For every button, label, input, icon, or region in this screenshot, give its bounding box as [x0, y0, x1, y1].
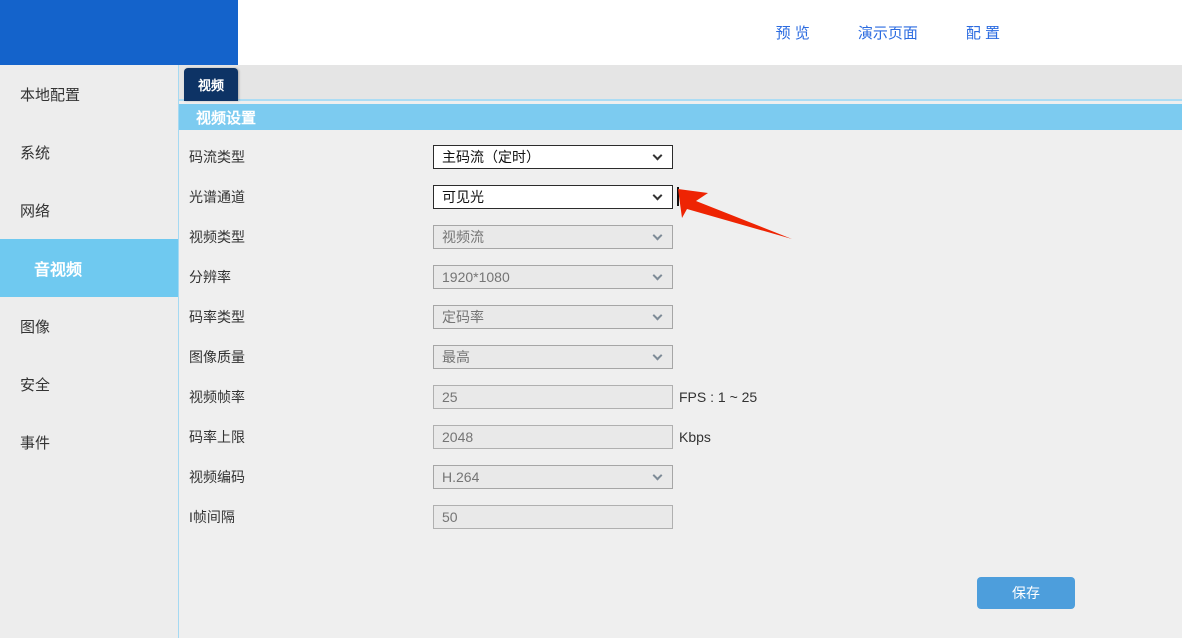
sidebar-menu: 本地配置 系统 网络 音视频 图像 安全 事件	[0, 65, 179, 638]
form-row-bitrate-type: 码率类型 定码率	[179, 297, 1182, 337]
bitrate-limit-value: 2048	[442, 429, 474, 445]
bitrate-limit-hint: Kbps	[679, 429, 711, 445]
top-navigation: 预 览 演示页面 配 置	[776, 0, 1000, 65]
stream-type-value: 主码流（定时）	[442, 149, 540, 165]
nav-link-2[interactable]: 配 置	[966, 22, 1000, 43]
bitrate-type-value: 定码率	[442, 309, 484, 325]
i-frame-interval-input: 50	[433, 505, 673, 529]
section-title: 视频设置	[179, 104, 1182, 130]
sidebar-item-security[interactable]: 安全	[0, 355, 178, 413]
form-row-bitrate-limit: 码率上限 2048 Kbps	[179, 417, 1182, 457]
i-frame-interval-value: 50	[442, 509, 458, 525]
save-button[interactable]: 保存	[977, 577, 1075, 609]
resolution-value: 1920*1080	[442, 269, 510, 285]
main-content: 视频 视频设置 码流类型 主码流（定时） 光谱通道 可见光视频类型 视频流分辨率 1920…	[179, 65, 1182, 638]
tab-strip: 视频	[179, 65, 1182, 101]
spectral-channel-label: 光谱通道	[189, 189, 245, 205]
chevron-down-icon	[652, 270, 663, 281]
chevron-down-icon	[652, 230, 663, 241]
bitrate-type-label: 码率类型	[189, 309, 245, 325]
bitrate-type-select: 定码率	[433, 305, 673, 329]
sidebar-item-network[interactable]: 网络	[0, 181, 178, 239]
image-quality-value: 最高	[442, 349, 470, 365]
form-row-image-quality: 图像质量 最高	[179, 337, 1182, 377]
image-quality-label: 图像质量	[189, 349, 245, 365]
video-encoding-value: H.264	[442, 469, 480, 485]
section-title-text: 视频设置	[196, 109, 257, 127]
brand-logo	[0, 0, 238, 65]
sidebar-item-image[interactable]: 图像	[0, 297, 178, 355]
spectral-channel-value: 可见光	[442, 189, 484, 205]
bitrate-limit-input: 2048	[433, 425, 673, 449]
top-header: 预 览 演示页面 配 置	[0, 0, 1182, 65]
sidebar-item-event[interactable]: 事件	[0, 413, 178, 471]
i-frame-interval-label: I帧间隔	[189, 509, 235, 525]
chevron-down-icon	[652, 310, 663, 321]
frame-rate-hint: FPS : 1 ~ 25	[679, 389, 758, 405]
chevron-down-icon	[652, 350, 663, 361]
sidebar-item-audio-video[interactable]: 音视频	[0, 239, 178, 297]
resolution-label: 分辨率	[189, 269, 231, 285]
nav-link-1[interactable]: 演示页面	[858, 22, 918, 43]
camera-config-page: 预 览 演示页面 配 置 本地配置 系统 网络 音视频 图像 安全 事件 视频 视频设置 码流类…	[0, 0, 1182, 638]
form-row-stream-type: 码流类型 主码流（定时）	[179, 137, 1182, 177]
nav-link-0[interactable]: 预 览	[776, 22, 810, 43]
stream-type-select[interactable]: 主码流（定时）	[433, 145, 673, 169]
video-type-value: 视频流	[442, 229, 484, 245]
form-row-resolution: 分辨率 1920*1080	[179, 257, 1182, 297]
sidebar-item-local-config[interactable]: 本地配置	[0, 65, 178, 123]
image-quality-select: 最高	[433, 345, 673, 369]
stream-type-label: 码流类型	[189, 149, 245, 165]
tab-video[interactable]: 视频	[184, 68, 238, 101]
video-type-label: 视频类型	[189, 229, 245, 245]
chevron-down-icon	[652, 470, 663, 481]
form-row-i-frame-interval: I帧间隔 50	[179, 497, 1182, 537]
chevron-down-icon	[652, 190, 663, 201]
bitrate-limit-label: 码率上限	[189, 429, 245, 445]
sidebar-item-system[interactable]: 系统	[0, 123, 178, 181]
form-row-video-encoding: 视频编码 H.264	[179, 457, 1182, 497]
frame-rate-value: 25	[442, 389, 458, 405]
frame-rate-input: 25	[433, 385, 673, 409]
resolution-select: 1920*1080	[433, 265, 673, 289]
red-arrow-annotation	[678, 189, 792, 239]
frame-rate-label: 视频帧率	[189, 389, 245, 405]
chevron-down-icon	[652, 150, 663, 161]
form-row-frame-rate: 视频帧率 25 FPS : 1 ~ 25	[179, 377, 1182, 417]
video-type-select: 视频流	[433, 225, 673, 249]
video-encoding-label: 视频编码	[189, 469, 245, 485]
video-encoding-select: H.264	[433, 465, 673, 489]
spectral-channel-select[interactable]: 可见光	[433, 185, 673, 209]
